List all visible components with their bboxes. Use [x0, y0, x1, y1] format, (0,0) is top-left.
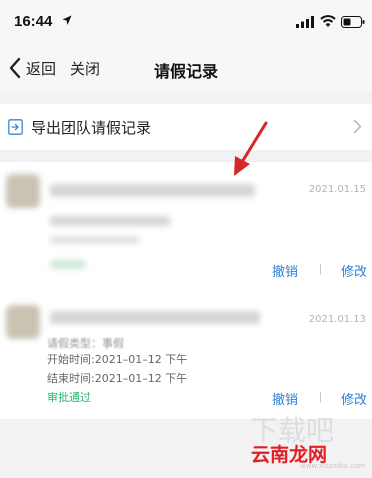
blurred-status	[50, 260, 86, 269]
page-title: 请假记录	[153, 62, 218, 81]
status-time: 16:44	[14, 13, 53, 30]
avatar	[6, 305, 40, 339]
blurred-detail	[50, 236, 140, 244]
revoke-button[interactable]: 撤销	[272, 261, 298, 280]
record-date: 2021.01.15	[308, 184, 366, 195]
blurred-name	[50, 311, 260, 324]
status-bar: 16:44	[0, 0, 372, 44]
edit-button[interactable]: 修改	[341, 261, 367, 280]
chevron-right-icon	[353, 119, 362, 134]
leave-record-card: 请假类型：事假 开始时间:2021–01–12 下午 结束时间:2021–01–…	[0, 291, 372, 419]
revoke-button[interactable]: 撤销	[272, 389, 298, 408]
wifi-icon	[320, 15, 336, 27]
nav-bar: 返回 关闭 请假记录	[0, 44, 372, 92]
blurred-name	[50, 184, 255, 197]
record-end-time: 结束时间:2021–01–12 下午	[47, 372, 188, 385]
export-label: 导出团队请假记录	[31, 119, 152, 137]
record-date: 2021.01.13	[308, 314, 366, 325]
action-separator	[320, 392, 321, 403]
edit-button[interactable]: 修改	[341, 389, 367, 408]
status-badge: 审批通过	[47, 391, 91, 404]
avatar	[6, 174, 40, 208]
location-arrow-icon	[62, 15, 72, 25]
red-arrow-icon	[234, 121, 268, 176]
leave-record-card: 2021.01.15 撤销 修改	[0, 162, 372, 291]
record-type: 请假类型：事假	[47, 337, 124, 350]
blurred-detail	[50, 216, 170, 226]
action-separator	[320, 264, 321, 275]
signal-icon	[296, 16, 314, 28]
record-start-time: 开始时间:2021–01–12 下午	[47, 353, 188, 366]
export-file-icon	[8, 119, 23, 135]
watermark-subtext: www.xiazaiba.com	[300, 462, 365, 470]
export-team-leave-records-row[interactable]: 导出团队请假记录	[0, 104, 372, 150]
battery-icon	[341, 16, 365, 28]
